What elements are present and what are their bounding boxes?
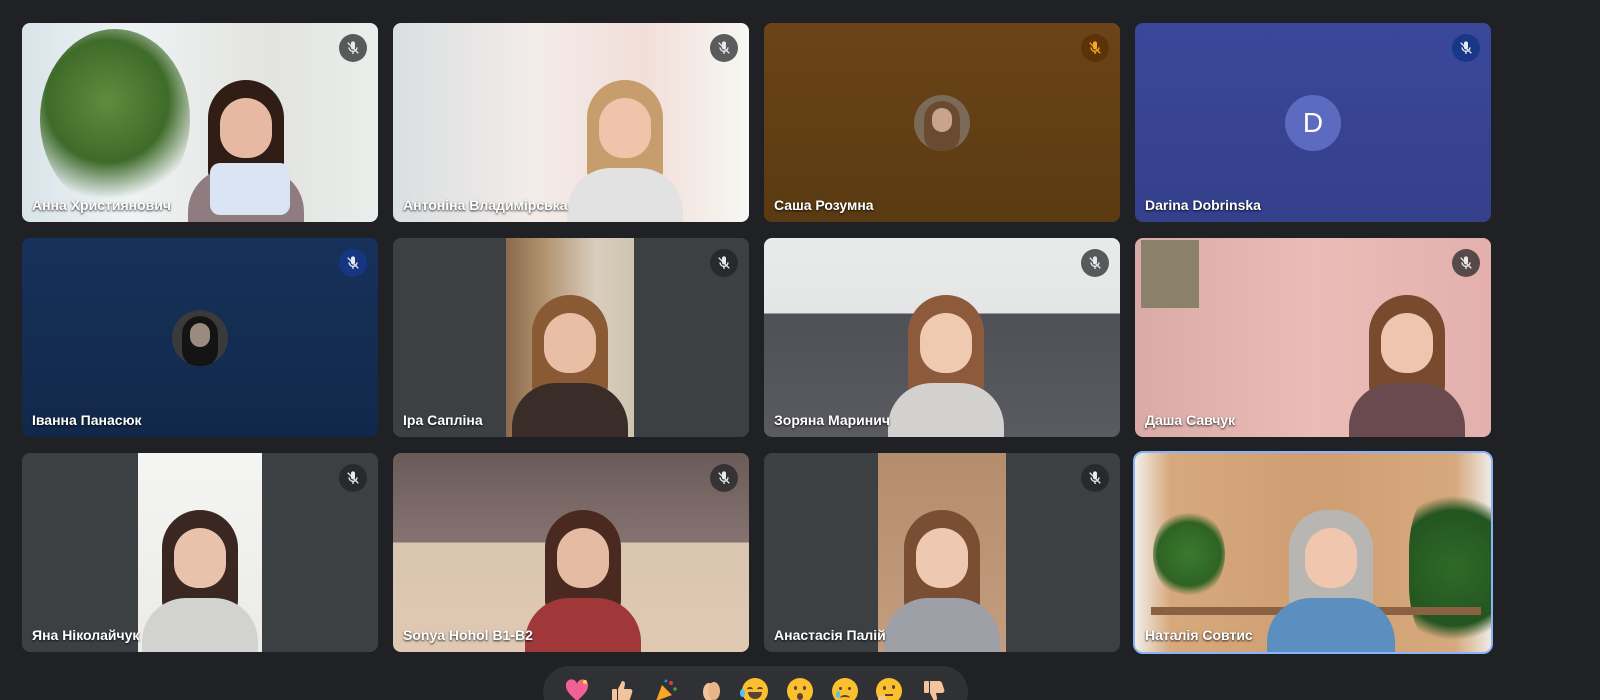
participant-name: Іра Сапліна [403, 412, 483, 428]
mic-muted-icon [1452, 34, 1480, 62]
participant-grid: Анна Християнович Антоніна Владимірська [22, 23, 1494, 654]
party-popper-icon[interactable] [647, 672, 685, 700]
participant-name: Анастасія Палій [774, 627, 886, 643]
mic-muted-icon [339, 249, 367, 277]
meeting-stage: Анна Християнович Антоніна Владимірська [0, 0, 1600, 700]
participant-tile[interactable]: Саша Розумна [764, 23, 1120, 222]
participant-video [764, 238, 1120, 437]
participant-video [506, 238, 634, 437]
participant-video [393, 23, 749, 222]
participant-tile[interactable]: Sonya Hohol B1-B2 [393, 453, 749, 652]
participant-tile[interactable]: Даша Савчук [1135, 238, 1491, 437]
participant-name: Даша Савчук [1145, 412, 1236, 428]
participant-name: Зоряна Маринич [774, 412, 890, 428]
mic-muted-icon [710, 249, 738, 277]
participant-name: Sonya Hohol B1-B2 [403, 627, 533, 643]
thumbs-down-icon[interactable] [915, 672, 953, 700]
mic-muted-icon [1081, 34, 1109, 62]
participant-name: Darina Dobrinska [1145, 197, 1261, 213]
tears-of-joy-icon[interactable] [736, 672, 774, 700]
participant-video [138, 453, 262, 652]
participant-tile-speaking[interactable]: Наталія Совтис [1133, 451, 1493, 654]
participant-avatar [914, 94, 970, 151]
thumbs-up-icon[interactable] [603, 672, 641, 700]
participant-video [1135, 453, 1491, 652]
crying-face-icon[interactable] [826, 672, 864, 700]
mic-muted-icon [710, 34, 738, 62]
participant-tile[interactable]: D Darina Dobrinska [1135, 23, 1491, 222]
mic-muted-icon [339, 34, 367, 62]
mic-muted-icon [1081, 249, 1109, 277]
participant-avatar: D [1285, 94, 1341, 151]
thinking-face-icon[interactable] [870, 672, 908, 700]
participant-video [22, 23, 378, 222]
participant-tile[interactable]: Яна Ніколайчук [22, 453, 378, 652]
clapping-hands-icon[interactable] [692, 672, 730, 700]
mic-muted-icon [1452, 249, 1480, 277]
reactions-bar [543, 666, 968, 700]
mic-muted-icon [1081, 464, 1109, 492]
participant-tile[interactable]: Зоряна Маринич [764, 238, 1120, 437]
participant-video [878, 453, 1006, 652]
participant-name: Саша Розумна [774, 197, 874, 213]
surprised-face-icon[interactable] [781, 672, 819, 700]
participant-tile[interactable]: Іванна Панасюк [22, 238, 378, 437]
participant-video [1135, 238, 1491, 437]
participant-video [393, 453, 749, 652]
participant-name: Іванна Панасюк [32, 412, 142, 428]
mic-muted-icon [339, 464, 367, 492]
participant-avatar [172, 309, 228, 366]
mic-muted-icon [710, 464, 738, 492]
participant-name: Яна Ніколайчук [32, 627, 140, 643]
sparkling-heart-icon[interactable] [558, 672, 596, 700]
participant-name: Наталія Совтис [1145, 627, 1253, 643]
participant-tile[interactable]: Антоніна Владимірська [393, 23, 749, 222]
participant-tile[interactable]: Іра Сапліна [393, 238, 749, 437]
participant-name: Антоніна Владимірська [403, 197, 568, 213]
participant-tile[interactable]: Анастасія Палій [764, 453, 1120, 652]
participant-name: Анна Християнович [32, 197, 171, 213]
participant-tile[interactable]: Анна Християнович [22, 23, 378, 222]
